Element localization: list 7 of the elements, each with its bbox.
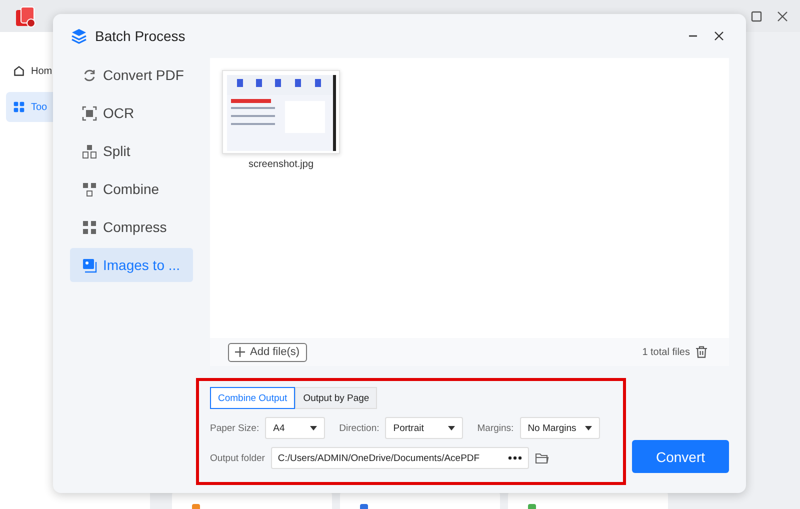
setting-label: Paper Size: bbox=[210, 422, 260, 434]
file-count: 1 total files bbox=[642, 346, 690, 358]
file-name: screenshot.jpg bbox=[248, 159, 314, 170]
dialog-title: Batch Process bbox=[95, 28, 186, 44]
setting-label: Direction: bbox=[339, 422, 380, 434]
setting-label: Margins: bbox=[477, 422, 514, 434]
setting-label: Output folder bbox=[210, 452, 265, 464]
